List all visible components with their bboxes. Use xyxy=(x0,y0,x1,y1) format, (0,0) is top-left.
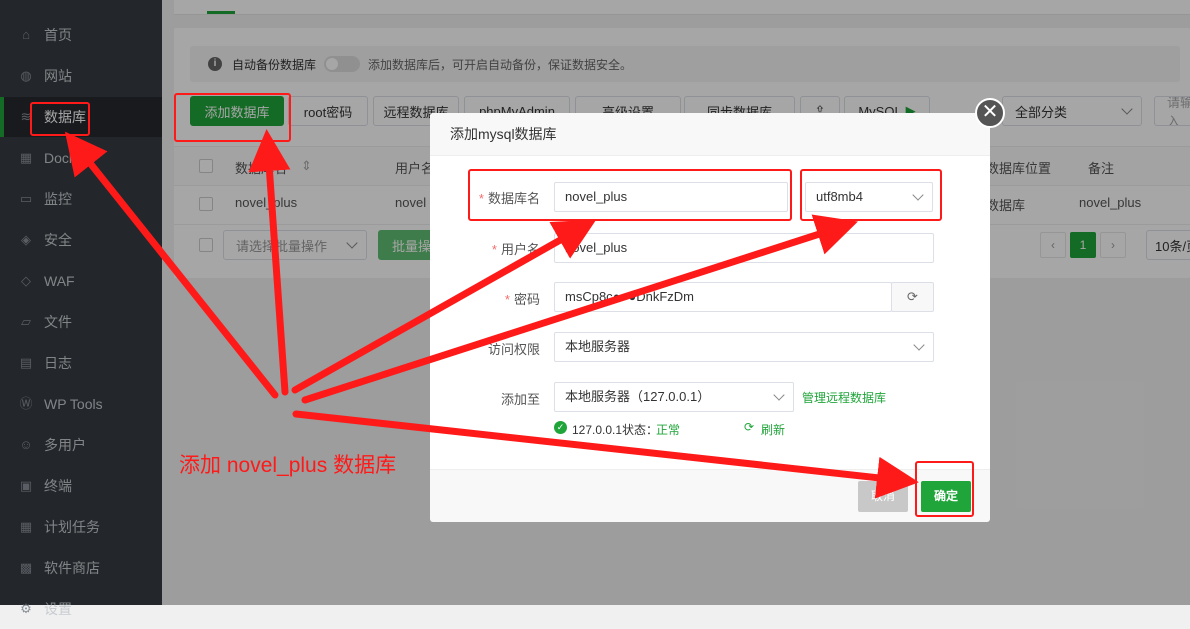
arrow-to-charset xyxy=(301,214,858,404)
arrow-to-add-button xyxy=(248,129,291,396)
arrow-to-dbname xyxy=(291,219,597,394)
annotation-caption: 添加 novel_plus 数据库 xyxy=(179,454,397,477)
arrow-to-sidebar xyxy=(64,131,279,399)
annotation-arrows xyxy=(64,129,919,499)
